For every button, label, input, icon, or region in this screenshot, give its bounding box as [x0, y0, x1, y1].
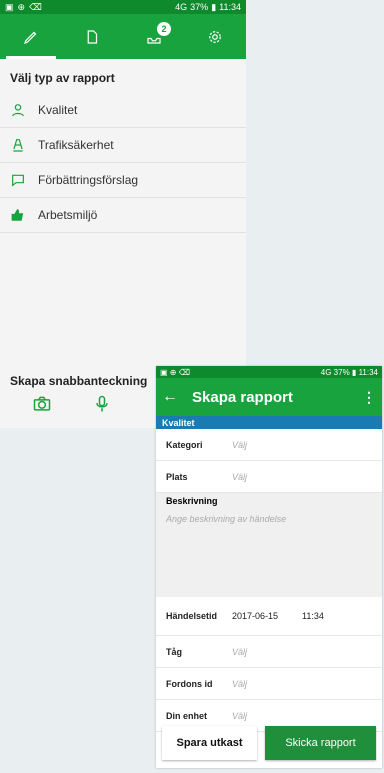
report-category-bar: Kvalitet: [156, 416, 382, 429]
network-indicator: 4G: [320, 367, 332, 377]
tab-drafts[interactable]: [62, 14, 124, 59]
menu-item-label: Kvalitet: [38, 103, 78, 117]
description-input[interactable]: Ange beskrivning av händelse: [156, 509, 382, 597]
description-label: Beskrivning: [156, 493, 382, 509]
tab-bar: 2: [0, 14, 246, 59]
save-draft-button[interactable]: Spara utkast: [162, 726, 257, 760]
field-label: Händelsetid: [166, 611, 218, 621]
camera-icon[interactable]: [32, 394, 52, 414]
thumbs-up-icon: [11, 209, 24, 221]
menu-item-label: Förbättringsförslag: [38, 173, 139, 187]
notification-icons: ▣ ⊕ ⌫: [160, 367, 191, 377]
action-buttons: Spara utkast Skicka rapport: [156, 718, 382, 768]
field-label: Kategori: [166, 439, 203, 450]
battery-icon: ▮: [211, 1, 217, 12]
kategori-row[interactable]: Kategori Välj: [156, 429, 382, 461]
status-time: 11:34: [358, 367, 378, 377]
fordons-id-row[interactable]: Fordons id Välj: [156, 668, 382, 700]
inbox-badge: 2: [157, 22, 171, 36]
field-label: Tåg: [166, 646, 183, 657]
menu-item-forbattringsforslag[interactable]: Förbättringsförslag: [0, 163, 246, 198]
battery-percent: 37%: [333, 367, 350, 377]
menu-item-kvalitet[interactable]: Kvalitet: [0, 93, 246, 128]
status-bar: ▣ ⊕ ⌫ 4G 37% ▮ 11:34: [0, 0, 246, 14]
send-report-button[interactable]: Skicka rapport: [265, 726, 376, 760]
battery-icon: ▮: [351, 367, 357, 377]
fordons-id-select[interactable]: Välj: [232, 679, 247, 689]
plats-row[interactable]: Plats Välj: [156, 461, 382, 493]
tab-inbox[interactable]: 2: [123, 14, 185, 59]
field-label: Plats: [166, 471, 188, 482]
create-report-screen: ▣ ⊕ ⌫ 4G 37% ▮ 11:34 ← Skapa rapport ⋮ K…: [156, 366, 382, 768]
comment-icon: [12, 174, 24, 187]
download-icon: ⌫: [29, 1, 42, 12]
usb-icon: ⊕: [17, 1, 26, 12]
back-arrow-icon[interactable]: ←: [162, 388, 192, 406]
menu-item-label: Arbetsmiljö: [38, 208, 98, 222]
battery-percent: 37%: [190, 2, 209, 12]
report-type-screen: ▣ ⊕ ⌫ 4G 37% ▮ 11:34 2 Välj typ av rappo…: [0, 0, 246, 428]
person-icon: [12, 104, 24, 117]
menu-item-arbetsmiljo[interactable]: Arbetsmiljö: [0, 198, 246, 233]
page-title: Skapa rapport: [192, 388, 293, 406]
menu-item-label: Trafiksäkerhet: [38, 138, 114, 152]
train-icon: [13, 139, 23, 152]
menu-item-trafiksakerhet[interactable]: Trafiksäkerhet: [0, 128, 246, 163]
tab-new-report[interactable]: [0, 14, 62, 59]
more-menu-icon[interactable]: ⋮: [362, 389, 376, 406]
create-report-header: ← Skapa rapport ⋮: [156, 378, 382, 416]
gear-icon: [209, 30, 222, 43]
event-time-row[interactable]: Händelsetid 2017-06-15 11:34: [156, 597, 382, 636]
field-label: Fordons id: [166, 678, 213, 689]
status-bar: ▣ ⊕ ⌫ 4G 37% ▮ 11:34: [156, 366, 382, 378]
tag-select[interactable]: Välj: [232, 647, 247, 657]
tag-row[interactable]: Tåg Välj: [156, 636, 382, 668]
network-indicator: 4G: [175, 2, 188, 12]
kategori-select[interactable]: Välj: [232, 440, 247, 450]
status-time: 11:34: [219, 2, 241, 12]
event-time[interactable]: 11:34: [302, 611, 324, 621]
report-type-title: Välj typ av rapport: [10, 71, 115, 85]
plats-select[interactable]: Välj: [232, 472, 247, 482]
notification-icon: ▣: [5, 1, 14, 12]
document-icon: [87, 29, 98, 44]
pencil-icon: [23, 31, 37, 44]
event-date[interactable]: 2017-06-15: [232, 611, 302, 621]
mic-icon[interactable]: [92, 394, 112, 414]
tab-settings[interactable]: [185, 14, 247, 59]
